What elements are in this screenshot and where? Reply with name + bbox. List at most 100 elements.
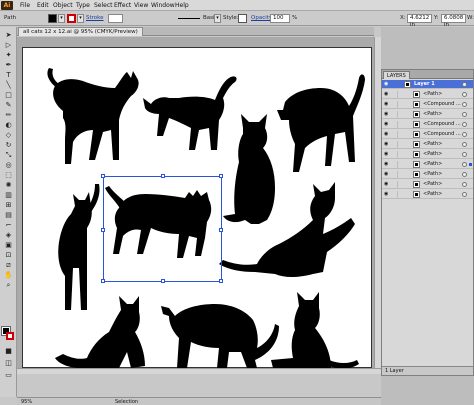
layer-row[interactable]: ◉ Layer 1 (382, 80, 473, 89)
item-name[interactable]: <Path> (423, 181, 442, 188)
lock-toggle[interactable] (392, 121, 398, 128)
selection-bounding-box[interactable] (101, 174, 223, 283)
target-circle-icon[interactable] (462, 172, 467, 177)
target-circle-icon[interactable] (462, 192, 467, 197)
visibility-eye-icon[interactable]: ◉ (384, 102, 390, 107)
item-name[interactable]: <Path> (423, 91, 442, 98)
stroke-color-dropdown[interactable]: ▾ (77, 14, 84, 23)
visibility-eye-icon[interactable]: ◉ (384, 172, 390, 177)
magic-wand-tool-icon[interactable]: ✦ (3, 51, 14, 60)
target-circle-icon[interactable] (462, 152, 467, 157)
pencil-tool-icon[interactable]: ✏ (3, 111, 14, 120)
free-transform-tool-icon[interactable]: ⬚ (3, 171, 14, 180)
current-tool-status[interactable]: Selection (115, 399, 138, 405)
stroke-color-swatch[interactable] (67, 14, 76, 23)
brush-dropdown[interactable]: ▾ (214, 14, 221, 23)
rotate-tool-icon[interactable]: ↻ (3, 141, 14, 150)
lock-toggle[interactable] (392, 181, 398, 188)
layer-item-row[interactable]: ◉ <Path> (382, 190, 473, 199)
screen-mode-icon[interactable]: ▭ (3, 371, 14, 380)
layer-item-row[interactable]: ◉ <Compound ... (382, 120, 473, 129)
layer-name[interactable]: Layer 1 (414, 81, 435, 88)
draw-mode-icon[interactable]: ◫ (3, 359, 14, 368)
visibility-eye-icon[interactable]: ◉ (384, 82, 390, 87)
visibility-eye-icon[interactable]: ◉ (384, 182, 390, 187)
line-tool-icon[interactable]: ╲ (3, 81, 14, 90)
canvas-area[interactable] (17, 37, 374, 368)
zoom-tool-icon[interactable]: ⌕ (3, 281, 14, 290)
layer-item-row[interactable]: ◉ <Path> (382, 90, 473, 99)
lock-toggle[interactable] (392, 101, 398, 108)
stroke-swatch-icon[interactable] (6, 332, 14, 340)
layer-item-row[interactable]: ◉ <Compound ... (382, 130, 473, 139)
artboard[interactable] (22, 47, 372, 368)
lock-toggle[interactable] (392, 191, 398, 198)
resize-handle-ne[interactable] (219, 174, 223, 178)
symbol-sprayer-tool-icon[interactable]: ✺ (3, 181, 14, 190)
target-circle-icon[interactable] (462, 82, 467, 87)
stroke-weight-field[interactable] (108, 14, 123, 23)
target-circle-icon[interactable] (462, 162, 467, 167)
menu-help[interactable]: Help (175, 2, 189, 9)
visibility-eye-icon[interactable]: ◉ (384, 132, 390, 137)
resize-handle-n[interactable] (161, 174, 165, 178)
visibility-eye-icon[interactable]: ◉ (384, 162, 390, 167)
style-swatch[interactable] (238, 14, 247, 23)
menu-select[interactable]: Select (94, 2, 113, 9)
slice-tool-icon[interactable]: ⧄ (3, 261, 14, 270)
x-position-field[interactable]: 4.6212 in (407, 14, 432, 28)
menu-file[interactable]: File (20, 2, 30, 9)
lock-toggle[interactable] (392, 151, 398, 158)
warp-tool-icon[interactable]: ◎ (3, 161, 14, 170)
layer-item-row[interactable]: ◉ <Path> (382, 140, 473, 149)
vertical-scrollbar[interactable] (374, 37, 381, 368)
document-tab[interactable]: all cats 12 x 12.ai @ 95% (CMYK/Preview) (18, 27, 143, 36)
resize-handle-w[interactable] (101, 228, 105, 232)
resize-handle-se[interactable] (219, 279, 223, 283)
layer-item-row[interactable]: ◉ <Path> (382, 170, 473, 179)
artboard-tool-icon[interactable]: ⊡ (3, 251, 14, 260)
visibility-eye-icon[interactable]: ◉ (384, 152, 390, 157)
visibility-eye-icon[interactable]: ◉ (384, 142, 390, 147)
menu-type[interactable]: Type (76, 2, 90, 9)
target-circle-icon[interactable] (462, 122, 467, 127)
target-circle-icon[interactable] (462, 142, 467, 147)
stroke-link[interactable]: Stroke (86, 15, 104, 21)
item-name[interactable]: <Compound ... (423, 121, 461, 128)
layer-item-row[interactable]: ◉ <Path> (382, 180, 473, 189)
selection-tool-icon[interactable]: ➤ (3, 31, 14, 40)
visibility-eye-icon[interactable]: ◉ (384, 92, 390, 97)
blend-tool-icon[interactable]: ◈ (3, 231, 14, 240)
eraser-tool-icon[interactable]: ◇ (3, 131, 14, 140)
lock-toggle[interactable] (392, 171, 398, 178)
paintbrush-tool-icon[interactable]: ✎ (3, 101, 14, 110)
item-name[interactable]: <Path> (423, 191, 442, 198)
type-tool-icon[interactable]: T (3, 71, 14, 80)
visibility-eye-icon[interactable]: ◉ (384, 192, 390, 197)
eyedropper-tool-icon[interactable]: ⌐ (3, 221, 14, 230)
menu-object[interactable]: Object (53, 2, 73, 9)
hand-tool-icon[interactable]: ✋ (3, 271, 14, 280)
target-circle-icon[interactable] (462, 112, 467, 117)
item-name[interactable]: <Path> (423, 151, 442, 158)
visibility-eye-icon[interactable]: ◉ (384, 122, 390, 127)
selected-art-indicator[interactable] (469, 163, 472, 166)
visibility-eye-icon[interactable]: ◉ (384, 112, 390, 117)
opacity-field[interactable]: 100 (270, 14, 290, 23)
layers-tab[interactable]: LAYERS (383, 71, 410, 79)
resize-handle-sw[interactable] (101, 279, 105, 283)
item-name[interactable]: <Path> (423, 161, 442, 168)
y-position-field[interactable]: 6.0808 in (441, 14, 466, 28)
lock-toggle[interactable] (392, 161, 398, 168)
lock-toggle[interactable] (392, 141, 398, 148)
resize-handle-nw[interactable] (101, 174, 105, 178)
graph-tool-icon[interactable]: ▥ (3, 191, 14, 200)
layer-item-row[interactable]: ◉ <Path> (382, 150, 473, 159)
horizontal-scrollbar[interactable] (17, 368, 381, 374)
fill-dropdown[interactable]: ▾ (58, 14, 65, 23)
lock-toggle[interactable] (392, 91, 398, 98)
item-name[interactable]: <Path> (423, 171, 442, 178)
target-circle-icon[interactable] (462, 182, 467, 187)
fill-color-swatch[interactable] (48, 14, 57, 23)
menu-edit[interactable]: Edit (37, 2, 49, 9)
